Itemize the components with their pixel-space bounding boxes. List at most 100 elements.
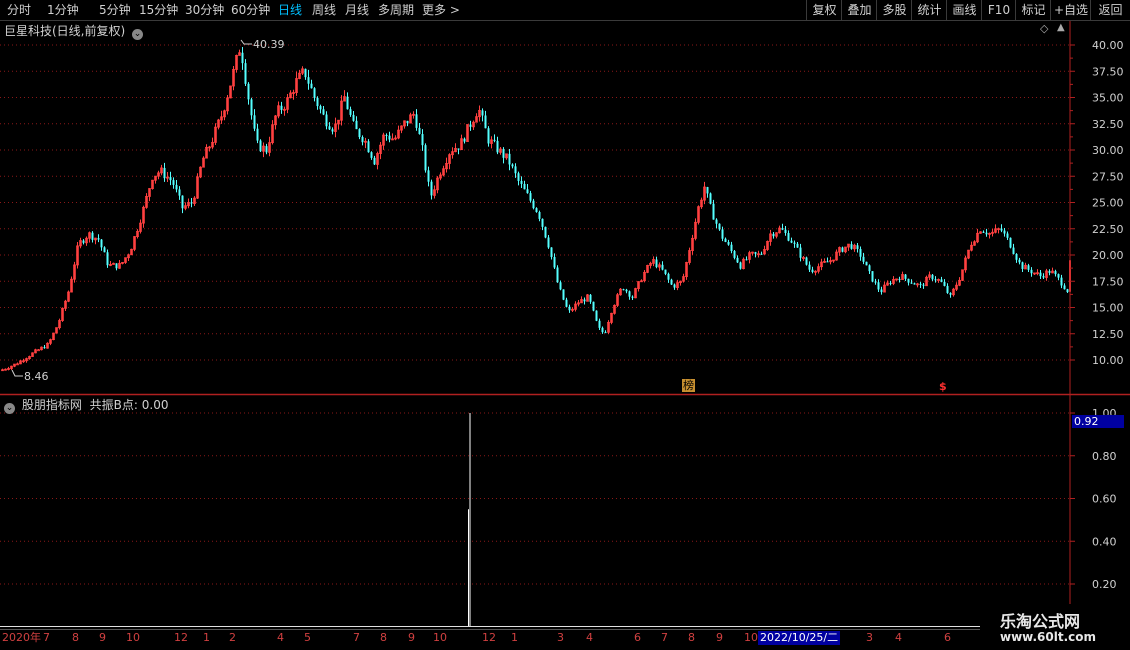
candle-body: [628, 291, 631, 297]
date-label: 4: [895, 631, 902, 644]
candle-body: [922, 284, 925, 286]
price-tick-label: 20.00: [1092, 249, 1124, 262]
candle-body: [556, 267, 559, 283]
draw-line-button[interactable]: 画线: [946, 0, 982, 20]
indicator-tick-label: 0.60: [1092, 493, 1117, 506]
date-label: 10: [433, 631, 447, 644]
mark-button[interactable]: 标记: [1015, 0, 1051, 20]
watermark-title: 乐淘公式网: [1000, 612, 1081, 631]
candle-body: [82, 240, 85, 243]
period-tab-daily[interactable]: 日线: [278, 2, 302, 18]
period-tab-30min[interactable]: 30分钟: [185, 2, 224, 18]
candle-body: [715, 219, 718, 224]
candle-body: [310, 83, 313, 89]
date-label: 12: [174, 631, 188, 644]
period-tab-15min[interactable]: 15分钟: [139, 2, 178, 18]
candle-body: [175, 184, 178, 190]
candle-body: [796, 243, 799, 248]
candle-body: [982, 231, 985, 233]
date-label: 4: [586, 631, 593, 644]
candle-body: [565, 299, 568, 307]
date-label: 7: [661, 631, 668, 644]
indicator-name: 股朋指标网: [21, 398, 82, 412]
statistics-button[interactable]: 统计: [911, 0, 947, 20]
candle-body: [1057, 274, 1060, 278]
candle-body: [754, 252, 757, 254]
candle-body: [259, 140, 262, 152]
candle-body: [247, 83, 250, 100]
f10-button[interactable]: F10: [981, 0, 1016, 20]
price-tick-label: 12.50: [1092, 328, 1124, 341]
candle-body: [172, 180, 175, 185]
chart-frame: [0, 21, 1130, 630]
ranking-marker[interactable]: 榜: [682, 379, 695, 392]
low-price-label: 8.46: [24, 370, 49, 383]
price-tick-label: 35.00: [1092, 92, 1124, 105]
date-label: 7: [43, 631, 50, 644]
date-label: 5: [304, 631, 311, 644]
candle-body: [949, 292, 952, 295]
candle-body: [526, 189, 529, 194]
period-tab-60min[interactable]: 60分钟: [231, 2, 270, 18]
watermark: 乐淘公式网 www.60lt.com: [980, 604, 1130, 650]
candle-body: [430, 181, 433, 196]
chart-canvas[interactable]: 40.00 37.50 35.00 32.50 30.00 27.50 25.00 22.50…: [0, 21, 1130, 650]
candle-body: [826, 261, 829, 263]
candle-body: [544, 226, 547, 238]
date-label: 8: [688, 631, 695, 644]
candle-body: [280, 105, 283, 110]
candle-body: [745, 259, 748, 261]
candle-body: [361, 137, 364, 143]
date-label: 2: [229, 631, 236, 644]
period-tab-monthly[interactable]: 月线: [345, 2, 369, 18]
candle-body: [469, 124, 472, 127]
candle-body: [784, 229, 787, 234]
diamond-icon[interactable]: ◇: [1040, 22, 1048, 35]
candle-body: [772, 233, 775, 237]
candle-body: [736, 257, 739, 263]
candle-body: [592, 301, 595, 311]
dollar-marker-icon[interactable]: $: [939, 380, 947, 393]
candle-body: [790, 240, 793, 243]
candle-body: [1009, 237, 1012, 248]
candle-body: [985, 232, 988, 235]
period-tab-5min[interactable]: 5分钟: [99, 2, 131, 18]
back-button[interactable]: 返回: [1090, 0, 1130, 20]
candle-body: [190, 202, 193, 204]
candle-body: [421, 134, 424, 146]
candle-body: [253, 115, 256, 129]
date-label: 4: [277, 631, 284, 644]
low-leader-line: [11, 369, 23, 377]
candle-body: [496, 140, 499, 153]
candle-body: [514, 166, 517, 174]
overlay-button[interactable]: 叠加: [841, 0, 877, 20]
candle-body: [874, 281, 877, 283]
high-leader-line: [240, 39, 252, 45]
candle-body: [484, 115, 487, 129]
candle-body: [946, 285, 949, 293]
chevron-down-icon[interactable]: ⌄: [4, 403, 15, 414]
period-tab-multi[interactable]: 多周期: [378, 2, 414, 18]
candle-body: [427, 170, 430, 182]
candle-body: [712, 203, 715, 220]
candle-body: [100, 239, 103, 248]
period-tab-weekly[interactable]: 周线: [312, 2, 336, 18]
period-tab-more[interactable]: 更多 >: [422, 2, 460, 18]
candle-body: [904, 274, 907, 279]
expand-icon[interactable]: ▲: [1057, 22, 1065, 33]
candle-body: [799, 247, 802, 258]
chevron-down-icon[interactable]: ⌄: [132, 29, 144, 40]
candle-body: [898, 278, 901, 280]
period-tab-1min[interactable]: 1分钟: [47, 2, 79, 18]
period-tab-fenshi[interactable]: 分时: [7, 2, 31, 18]
multi-stock-button[interactable]: 多股: [876, 0, 912, 20]
candle-body: [1027, 265, 1030, 270]
candle-body: [871, 271, 874, 282]
add-favorite-button[interactable]: +自选: [1050, 0, 1091, 20]
stock-title-text: 巨星科技(日线,前复权): [4, 24, 126, 38]
fuquan-button[interactable]: 复权: [806, 0, 842, 20]
candle-body: [664, 269, 667, 274]
crosshair-date-label: 2022/10/25/二: [758, 631, 841, 645]
candle-body: [457, 148, 460, 150]
candle-body: [532, 200, 535, 209]
